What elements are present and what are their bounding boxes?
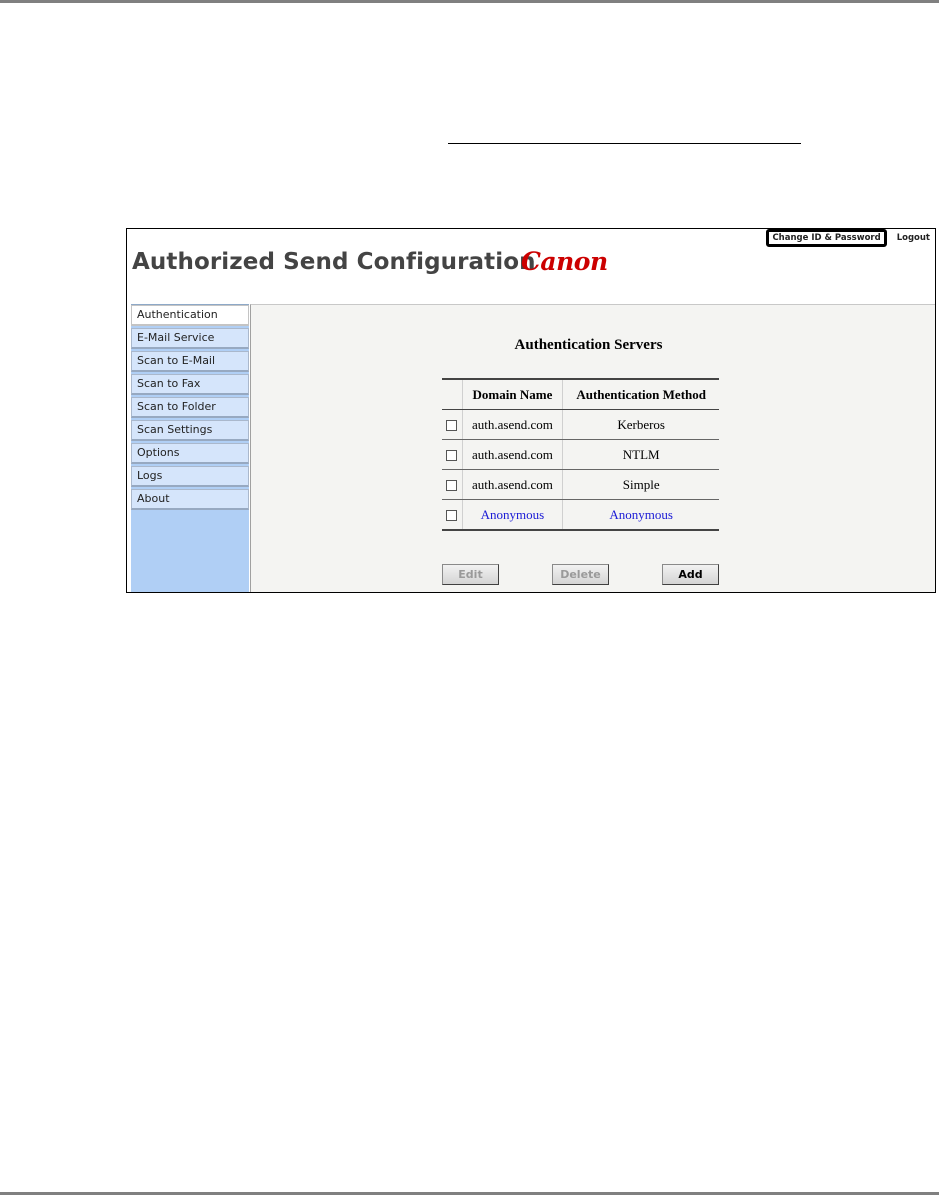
- document-underline-rule: [448, 143, 801, 144]
- sidebar-item-scan-to-folder[interactable]: Scan to Folder: [131, 397, 249, 418]
- change-id-password-link[interactable]: Change ID & Password: [766, 229, 887, 247]
- row-checkbox[interactable]: [446, 450, 458, 462]
- sidebar: Authentication E-Mail Service Scan to E-…: [131, 304, 249, 592]
- row-select-cell: [442, 469, 463, 500]
- sidebar-item-scan-to-fax[interactable]: Scan to Fax: [131, 374, 249, 395]
- main-content: Authentication Servers Domain Name Authe…: [250, 304, 935, 592]
- row-select-cell: [442, 439, 463, 470]
- edit-button[interactable]: Edit: [442, 564, 499, 585]
- table-row: auth.asend.com Kerberos: [442, 409, 719, 440]
- select-column-header: [442, 378, 463, 410]
- anonymous-method-link[interactable]: Anonymous: [562, 499, 719, 531]
- auth-method-cell: Simple: [562, 469, 719, 500]
- top-links: Change ID & Password Logout: [766, 229, 930, 247]
- page-top-rule: [0, 0, 939, 3]
- sidebar-item-authentication[interactable]: Authentication: [131, 305, 249, 326]
- sidebar-item-logs[interactable]: Logs: [131, 466, 249, 487]
- row-checkbox[interactable]: [446, 480, 458, 492]
- sidebar-item-scan-to-email[interactable]: Scan to E-Mail: [131, 351, 249, 372]
- domain-name-cell: auth.asend.com: [461, 439, 563, 470]
- row-select-cell: [442, 409, 463, 440]
- domain-name-cell: auth.asend.com: [461, 409, 563, 440]
- page-bottom-rule: [0, 1192, 939, 1195]
- domain-name-cell: auth.asend.com: [461, 469, 563, 500]
- page-title: Authorized Send Configuration: [132, 249, 536, 275]
- sidebar-item-options[interactable]: Options: [131, 443, 249, 464]
- sidebar-item-email-service[interactable]: E-Mail Service: [131, 328, 249, 349]
- table-row: auth.asend.com NTLM: [442, 439, 719, 470]
- add-button[interactable]: Add: [662, 564, 719, 585]
- row-checkbox[interactable]: [446, 510, 458, 522]
- table-row: auth.asend.com Simple: [442, 469, 719, 500]
- canon-logo: Canon: [521, 247, 608, 276]
- table-header-row: Domain Name Authentication Method: [442, 378, 719, 410]
- authentication-servers-table: Domain Name Authentication Method auth.a…: [442, 378, 719, 531]
- app-screenshot: Authorized Send Configuration Canon Chan…: [126, 228, 936, 593]
- column-header-authentication-method: Authentication Method: [562, 378, 719, 410]
- row-select-cell: [442, 499, 463, 531]
- auth-method-cell: NTLM: [562, 439, 719, 470]
- anonymous-domain-link[interactable]: Anonymous: [461, 499, 563, 531]
- sidebar-item-about[interactable]: About: [131, 489, 249, 510]
- sidebar-item-scan-settings[interactable]: Scan Settings: [131, 420, 249, 441]
- table-row: Anonymous Anonymous: [442, 499, 719, 531]
- delete-button[interactable]: Delete: [552, 564, 609, 585]
- section-title: Authentication Servers: [514, 337, 663, 353]
- auth-method-cell: Kerberos: [562, 409, 719, 440]
- row-checkbox[interactable]: [446, 420, 458, 432]
- column-header-domain-name: Domain Name: [461, 378, 563, 410]
- logout-link[interactable]: Logout: [897, 233, 930, 243]
